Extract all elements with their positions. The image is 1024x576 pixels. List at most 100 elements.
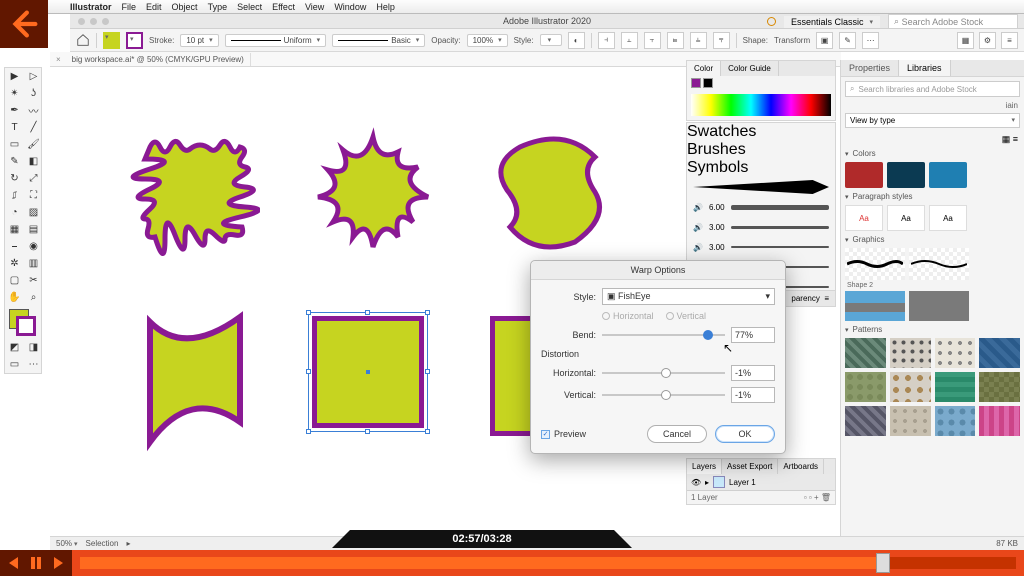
lasso-tool[interactable]: ʖ <box>24 85 43 102</box>
artboard-tool[interactable]: ▢ <box>5 272 24 289</box>
bend-slider[interactable] <box>602 334 725 336</box>
mesh-tool[interactable]: ▦ <box>5 221 24 238</box>
artwork-splat[interactable] <box>298 122 448 262</box>
brushes-tab[interactable]: Brushes <box>687 141 835 159</box>
view-by-dropdown[interactable]: View by type <box>845 113 1020 128</box>
brush-arrow[interactable] <box>693 180 829 194</box>
more-icon[interactable]: ⋯ <box>862 32 879 49</box>
gpu-icon[interactable]: ⚙ <box>979 32 996 49</box>
pattern-8[interactable] <box>979 372 1020 402</box>
brush-def[interactable]: Basic <box>332 34 425 47</box>
preview-checkbox[interactable]: ✓Preview <box>541 429 586 439</box>
stroke-swatch[interactable] <box>126 32 143 49</box>
brush-item[interactable]: 🔊3.00 <box>687 237 835 257</box>
window-controls[interactable] <box>78 18 109 25</box>
style-field[interactable] <box>540 34 562 46</box>
prev-button[interactable] <box>0 550 24 576</box>
artwork-partial-square[interactable] <box>490 316 530 436</box>
graph-tool[interactable]: ▥ <box>24 255 43 272</box>
patterns-section[interactable]: Patterns <box>841 323 1024 336</box>
free-transform-tool[interactable]: ⛶ <box>24 187 43 204</box>
shaper-tool[interactable]: ✎ <box>5 153 24 170</box>
graphic-2[interactable] <box>909 248 969 280</box>
para-style-2[interactable]: Aa <box>887 205 925 231</box>
align-top-icon[interactable]: ⫢ <box>667 32 684 49</box>
hand-tool[interactable]: ✋ <box>5 289 24 306</box>
transform-link[interactable]: Transform <box>774 36 810 45</box>
direct-selection-tool[interactable]: ▷ <box>24 68 43 85</box>
pattern-4[interactable] <box>979 338 1020 368</box>
artwork-square-rough[interactable] <box>130 127 260 257</box>
progress-thumb[interactable] <box>876 553 890 573</box>
colors-section[interactable]: Colors <box>841 147 1024 160</box>
menu-effect[interactable]: Effect <box>272 2 295 12</box>
discover-icon[interactable] <box>767 17 776 26</box>
library-account[interactable]: iain <box>1006 101 1018 110</box>
lib-color-3[interactable] <box>929 162 967 188</box>
stock-search[interactable]: ⌕ Search Adobe Stock <box>888 14 1018 29</box>
color-spectrum[interactable] <box>691 94 831 116</box>
type-tool[interactable]: T <box>5 119 24 136</box>
scale-tool[interactable]: ⤢ <box>24 170 43 187</box>
color-mode-gradient[interactable]: ◨ <box>24 339 43 356</box>
zoom-tool[interactable]: ⌕ <box>24 289 43 306</box>
eraser-tool[interactable]: ◧ <box>24 153 43 170</box>
h-distort-slider[interactable] <box>602 372 725 374</box>
edit-icon[interactable]: ✎ <box>839 32 856 49</box>
align-vcenter-icon[interactable]: ⫨ <box>690 32 707 49</box>
graphics-section[interactable]: Graphics <box>841 233 1024 246</box>
menu-edit[interactable]: Edit <box>146 2 162 12</box>
paintbrush-tool[interactable]: 🖌 <box>24 136 43 153</box>
workspace-switcher[interactable]: Essentials Classic <box>784 16 880 28</box>
graphic-1[interactable] <box>845 248 905 280</box>
curvature-tool[interactable]: 〰 <box>24 102 43 119</box>
artboards-tab[interactable]: Artboards <box>778 459 824 474</box>
symbols-tab[interactable]: Symbols <box>687 159 835 177</box>
pattern-12[interactable] <box>979 406 1020 436</box>
properties-tab[interactable]: Properties <box>841 60 899 76</box>
brush-item[interactable]: 🔊3.00 <box>687 217 835 237</box>
zoom-level[interactable]: 50% <box>56 539 78 548</box>
align-right-icon[interactable]: ⫟ <box>644 32 661 49</box>
document-tab[interactable]: big workspace.ai* @ 50% (CMYK/GPU Previe… <box>66 53 251 66</box>
stroke-profile[interactable]: Uniform <box>225 34 327 47</box>
screen-mode[interactable]: ▭ <box>5 356 24 373</box>
progress-bar[interactable] <box>80 557 1016 569</box>
prefs-icon[interactable]: ≡ <box>1001 32 1018 49</box>
pattern-6[interactable] <box>890 372 931 402</box>
menu-file[interactable]: File <box>122 2 137 12</box>
rectangle-tool[interactable]: ▭ <box>5 136 24 153</box>
v-distort-value[interactable]: -1% <box>731 387 775 403</box>
fill-swatch[interactable] <box>103 32 120 49</box>
pattern-3[interactable] <box>935 338 976 368</box>
pen-tool[interactable]: ✒ <box>5 102 24 119</box>
color-tab[interactable]: Color <box>687 61 721 76</box>
para-style-3[interactable]: Aa <box>929 205 967 231</box>
blend-tool[interactable]: ◉ <box>24 238 43 255</box>
fill-stroke-control[interactable] <box>5 306 43 339</box>
eyedropper-tool[interactable]: ⎯ <box>5 238 24 255</box>
menu-help[interactable]: Help <box>376 2 395 12</box>
gradient-tool[interactable]: ▤ <box>24 221 43 238</box>
layers-footer-icons[interactable]: ▫ ▫ + 🗑 <box>804 493 831 502</box>
lib-color-1[interactable] <box>845 162 883 188</box>
asset-export-tab[interactable]: Asset Export <box>722 459 778 474</box>
menu-object[interactable]: Object <box>172 2 198 12</box>
pattern-7[interactable] <box>935 372 976 402</box>
pause-button[interactable] <box>24 550 48 576</box>
bend-value[interactable]: 77% <box>731 327 775 343</box>
next-button[interactable] <box>48 550 72 576</box>
width-tool[interactable]: ⎎ <box>5 187 24 204</box>
opacity-field[interactable]: 100% <box>467 34 508 47</box>
menu-view[interactable]: View <box>305 2 324 12</box>
ok-button[interactable]: OK <box>715 425 775 443</box>
grid-view-icon[interactable]: ▦ <box>1002 134 1011 144</box>
perspective-tool[interactable]: ▨ <box>24 204 43 221</box>
align-bottom-icon[interactable]: ⫧ <box>713 32 730 49</box>
pattern-1[interactable] <box>845 338 886 368</box>
color-fill-swatch[interactable] <box>691 78 701 88</box>
pattern-2[interactable] <box>890 338 931 368</box>
pattern-5[interactable] <box>845 372 886 402</box>
para-style-1[interactable]: Aa <box>845 205 883 231</box>
graphic-gray[interactable] <box>909 291 969 321</box>
